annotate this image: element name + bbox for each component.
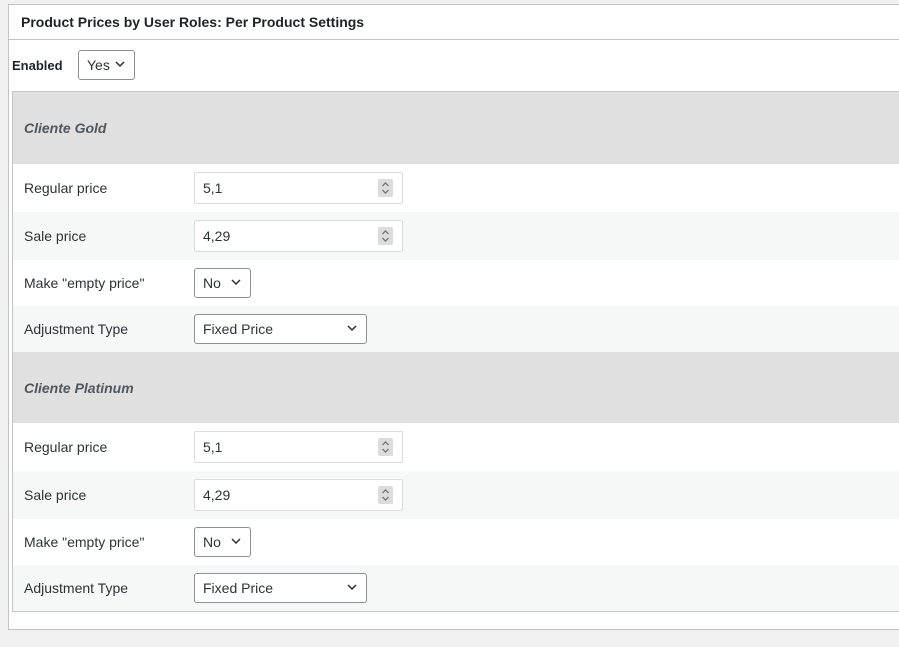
sale-price-input[interactable]: 4,29 [194, 220, 403, 252]
regular-price-label: Regular price [24, 180, 108, 196]
sale-price-label: Sale price [24, 228, 87, 244]
empty-price-label: Make "empty price" [24, 534, 145, 550]
enabled-select-value: Yes [87, 57, 110, 73]
regular-price-input[interactable]: 5,1 [194, 172, 403, 204]
empty-price-label: Make "empty price" [24, 275, 145, 291]
sale-price-row: Sale price 4,29 [13, 212, 899, 260]
metabox-header: Product Prices by User Roles: Per Produc… [9, 5, 899, 40]
regular-price-row: Regular price 5,1 [13, 164, 899, 212]
adjustment-type-select[interactable]: Fixed Price [194, 314, 367, 344]
empty-price-row: Make "empty price" No [13, 519, 899, 565]
adjustment-type-row: Adjustment Type Fixed Price [13, 306, 899, 352]
sale-price-value: 4,29 [203, 228, 231, 244]
adjustment-type-value: Fixed Price [203, 321, 274, 337]
regular-price-value: 5,1 [203, 439, 223, 455]
adjustment-type-label: Adjustment Type [24, 321, 129, 337]
sale-price-value: 4,29 [203, 487, 231, 503]
role-name: Cliente Gold [24, 120, 107, 136]
role-header-gold: Cliente Gold [13, 92, 899, 164]
roles-table: Cliente Gold Regular price 5,1 Sale pric… [12, 91, 899, 612]
chevron-down-icon [231, 538, 241, 544]
regular-price-row: Regular price 5,1 [13, 423, 899, 471]
chevron-down-icon [347, 325, 357, 331]
regular-price-input[interactable]: 5,1 [194, 431, 403, 463]
adjustment-type-value: Fixed Price [203, 580, 274, 596]
number-spinner-icon[interactable] [378, 227, 393, 245]
empty-price-select[interactable]: No [194, 268, 251, 298]
sale-price-row: Sale price 4,29 [13, 471, 899, 519]
number-spinner-icon[interactable] [378, 486, 393, 504]
empty-price-value: No [203, 534, 221, 550]
chevron-down-icon [347, 584, 357, 590]
role-header-platinum: Cliente Platinum [13, 352, 899, 423]
regular-price-value: 5,1 [203, 180, 223, 196]
metabox-title: Product Prices by User Roles: Per Produc… [21, 14, 365, 30]
empty-price-select[interactable]: No [194, 527, 251, 557]
number-spinner-icon[interactable] [378, 179, 393, 197]
chevron-down-icon [115, 61, 125, 67]
enabled-label: Enabled [12, 57, 63, 73]
adjustment-type-select[interactable]: Fixed Price [194, 573, 367, 603]
sale-price-label: Sale price [24, 487, 87, 503]
enabled-select[interactable]: Yes [78, 50, 135, 80]
sale-price-input[interactable]: 4,29 [194, 479, 403, 511]
chevron-down-icon [231, 279, 241, 285]
number-spinner-icon[interactable] [378, 438, 393, 456]
enabled-row: Enabled Yes [12, 50, 135, 80]
regular-price-label: Regular price [24, 439, 108, 455]
role-name: Cliente Platinum [24, 379, 134, 396]
empty-price-row: Make "empty price" No [13, 260, 899, 306]
empty-price-value: No [203, 275, 221, 291]
adjustment-type-row: Adjustment Type Fixed Price [13, 565, 899, 611]
adjustment-type-label: Adjustment Type [24, 580, 129, 596]
